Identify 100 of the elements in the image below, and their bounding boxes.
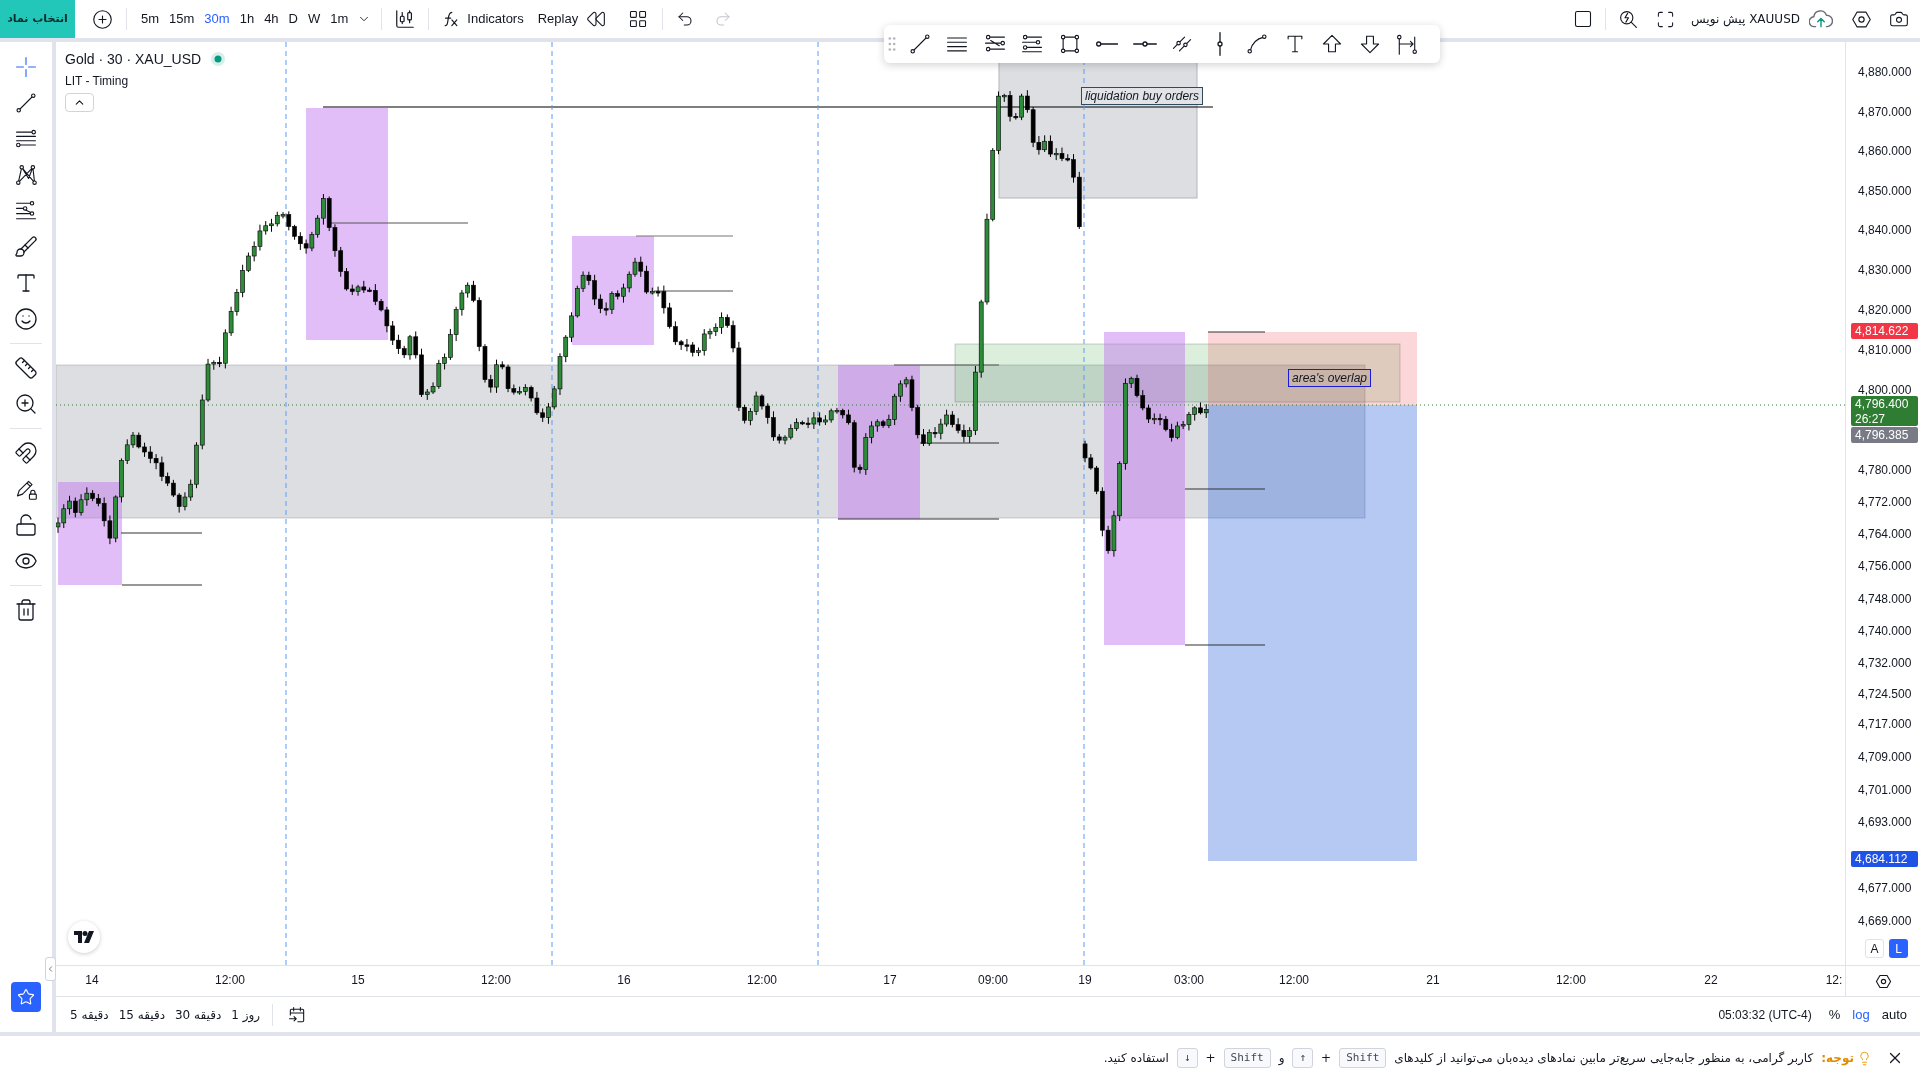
date-range-icon xyxy=(1395,32,1419,56)
cloud-upload-icon xyxy=(1809,10,1833,28)
candlestick-icon xyxy=(394,8,417,30)
price-tick: 4,764.000 xyxy=(1858,527,1912,542)
interval-button[interactable]: 30m xyxy=(199,5,235,33)
indicators-button[interactable]: Indicators xyxy=(441,5,524,33)
price-label: 4,796.400 xyxy=(1855,396,1910,412)
magnet-icon xyxy=(14,441,38,465)
scale-option[interactable]: % xyxy=(1823,1002,1846,1027)
plus-text: + xyxy=(1321,1050,1332,1067)
interval-button[interactable]: W xyxy=(303,5,326,33)
price-tick: 4,850.000 xyxy=(1858,183,1912,198)
search-icon xyxy=(1617,8,1639,30)
scale-button[interactable]: L xyxy=(1889,939,1908,958)
brush-icon xyxy=(14,235,38,259)
key-label: ↑ xyxy=(1292,1048,1314,1068)
level-line xyxy=(1207,331,1266,333)
scale-button[interactable]: A xyxy=(1865,939,1884,958)
interval-button[interactable]: 5m xyxy=(136,5,165,33)
settings-icon xyxy=(1850,8,1872,30)
notice-text: کاربر گرامی، به منظور جابه‌جایی سریع‌تر مابین نمادهای دیده‌بان می‌توانید از کلیدهای xyxy=(1394,1050,1814,1067)
price-tick: 4,701.000 xyxy=(1858,782,1912,797)
scale-option[interactable]: log xyxy=(1847,1002,1875,1027)
interval-button[interactable]: 4h xyxy=(259,5,284,33)
rewind-icon xyxy=(586,9,607,29)
drag-handle-icon[interactable] xyxy=(888,37,896,51)
countdown-label: 26:27 xyxy=(1855,411,1887,427)
price-tick: 4,810.000 xyxy=(1858,342,1912,357)
time-tick: 12:00 xyxy=(1556,973,1586,987)
trend-line-icon xyxy=(14,91,38,115)
time-tick: 03:00 xyxy=(1174,973,1204,987)
logo-icon xyxy=(68,921,100,953)
interval-button[interactable]: D xyxy=(283,5,303,33)
price-tick: 4,756.000 xyxy=(1858,559,1912,574)
symbol-button[interactable]: انتخاب نماد xyxy=(0,0,75,38)
interval-button[interactable]: 1m xyxy=(325,5,354,33)
symbol-title: Gold · 30 · XAU_USD xyxy=(65,50,202,68)
time-tick: 22 xyxy=(1704,973,1718,987)
price-tick: 4,870.000 xyxy=(1858,104,1912,119)
key-label: Shift xyxy=(1223,1048,1271,1068)
trend-line-icon xyxy=(907,32,932,56)
notice-ending-text: استفاده کنید. xyxy=(1103,1050,1169,1067)
time-tick: 15 xyxy=(351,973,365,987)
price-tick: 4,709.000 xyxy=(1858,750,1912,764)
price-tick: 4,717.000 xyxy=(1858,717,1912,732)
key-label: Shift xyxy=(1339,1048,1387,1068)
replay-button[interactable]: Replay xyxy=(537,5,579,33)
add-symbol-button[interactable] xyxy=(90,7,114,31)
price-tick: 4,748.000 xyxy=(1858,591,1912,606)
collapse-legend-button[interactable] xyxy=(65,93,94,112)
interval-button[interactable]: 15m xyxy=(164,5,200,33)
lock-open-icon xyxy=(14,513,38,537)
time-tick: 17 xyxy=(883,973,897,987)
interval-button[interactable]: 1h xyxy=(234,5,260,33)
text-label: liquidation buy orders xyxy=(1081,87,1204,105)
zoom-in-icon xyxy=(14,392,38,416)
fullscreen-icon xyxy=(1655,9,1675,29)
curve-icon xyxy=(1245,32,1269,56)
price-tick: 4,669.000 xyxy=(1858,913,1912,928)
price-tick: 4,740.000 xyxy=(1858,624,1912,639)
range-button[interactable]: 30 دقیقه xyxy=(171,1001,226,1028)
smiley-icon xyxy=(14,307,38,331)
plus-circle-icon xyxy=(91,8,113,30)
price-tick: 4,800.000 xyxy=(1858,382,1912,397)
text-icon xyxy=(14,271,38,295)
favorites-button[interactable] xyxy=(11,982,41,1012)
clock-text: 05:03:32 (UTC-4) xyxy=(1718,1006,1812,1024)
text-label: area's overlap xyxy=(1288,369,1371,387)
ruler-icon xyxy=(14,356,38,380)
time-tick: 19 xyxy=(1078,973,1092,987)
scale-option[interactable]: auto xyxy=(1876,1002,1912,1027)
price-tick: 4,724.500 xyxy=(1858,686,1912,701)
price-label: 4,796.385 xyxy=(1855,427,1910,443)
horizontal-line-icon xyxy=(1132,41,1157,47)
indicator-label: LIT - Timing xyxy=(65,74,129,88)
settings-icon xyxy=(1874,972,1892,990)
status-dot-icon xyxy=(211,52,226,66)
price-tick: 4,860.000 xyxy=(1858,144,1912,159)
key-label: ↓ xyxy=(1176,1048,1198,1068)
time-tick: 21 xyxy=(1426,973,1440,987)
notice-title: توجه: xyxy=(1821,1050,1854,1067)
price-tick: 4,830.000 xyxy=(1858,262,1912,277)
range-button[interactable]: 1 روز xyxy=(227,1001,265,1028)
price-tick: 4,780.000 xyxy=(1858,462,1912,477)
price-tick: 4,880.000 xyxy=(1858,65,1912,80)
price-tick: 4,732.000 xyxy=(1858,656,1912,671)
price-tick: 4,820.000 xyxy=(1858,302,1912,317)
collapse-handle[interactable] xyxy=(45,957,56,981)
chart-name-button[interactable]: XAUUSD پیش نویس xyxy=(1691,5,1800,33)
time-tick: 12:00 xyxy=(747,973,777,987)
vertical-line-icon xyxy=(1216,32,1223,56)
lightbulb-icon xyxy=(1857,1050,1872,1066)
trash-icon xyxy=(14,598,38,622)
price-label: 4,814.622 xyxy=(1855,324,1910,340)
price-tick: 4,840.000 xyxy=(1858,223,1912,238)
price-tick: 4,677.000 xyxy=(1858,880,1912,895)
price-label: 4,684.112 xyxy=(1855,851,1909,867)
time-tick: 16 xyxy=(617,973,631,987)
horizontal-ray-icon xyxy=(1096,41,1118,47)
camera-icon xyxy=(1889,9,1909,29)
